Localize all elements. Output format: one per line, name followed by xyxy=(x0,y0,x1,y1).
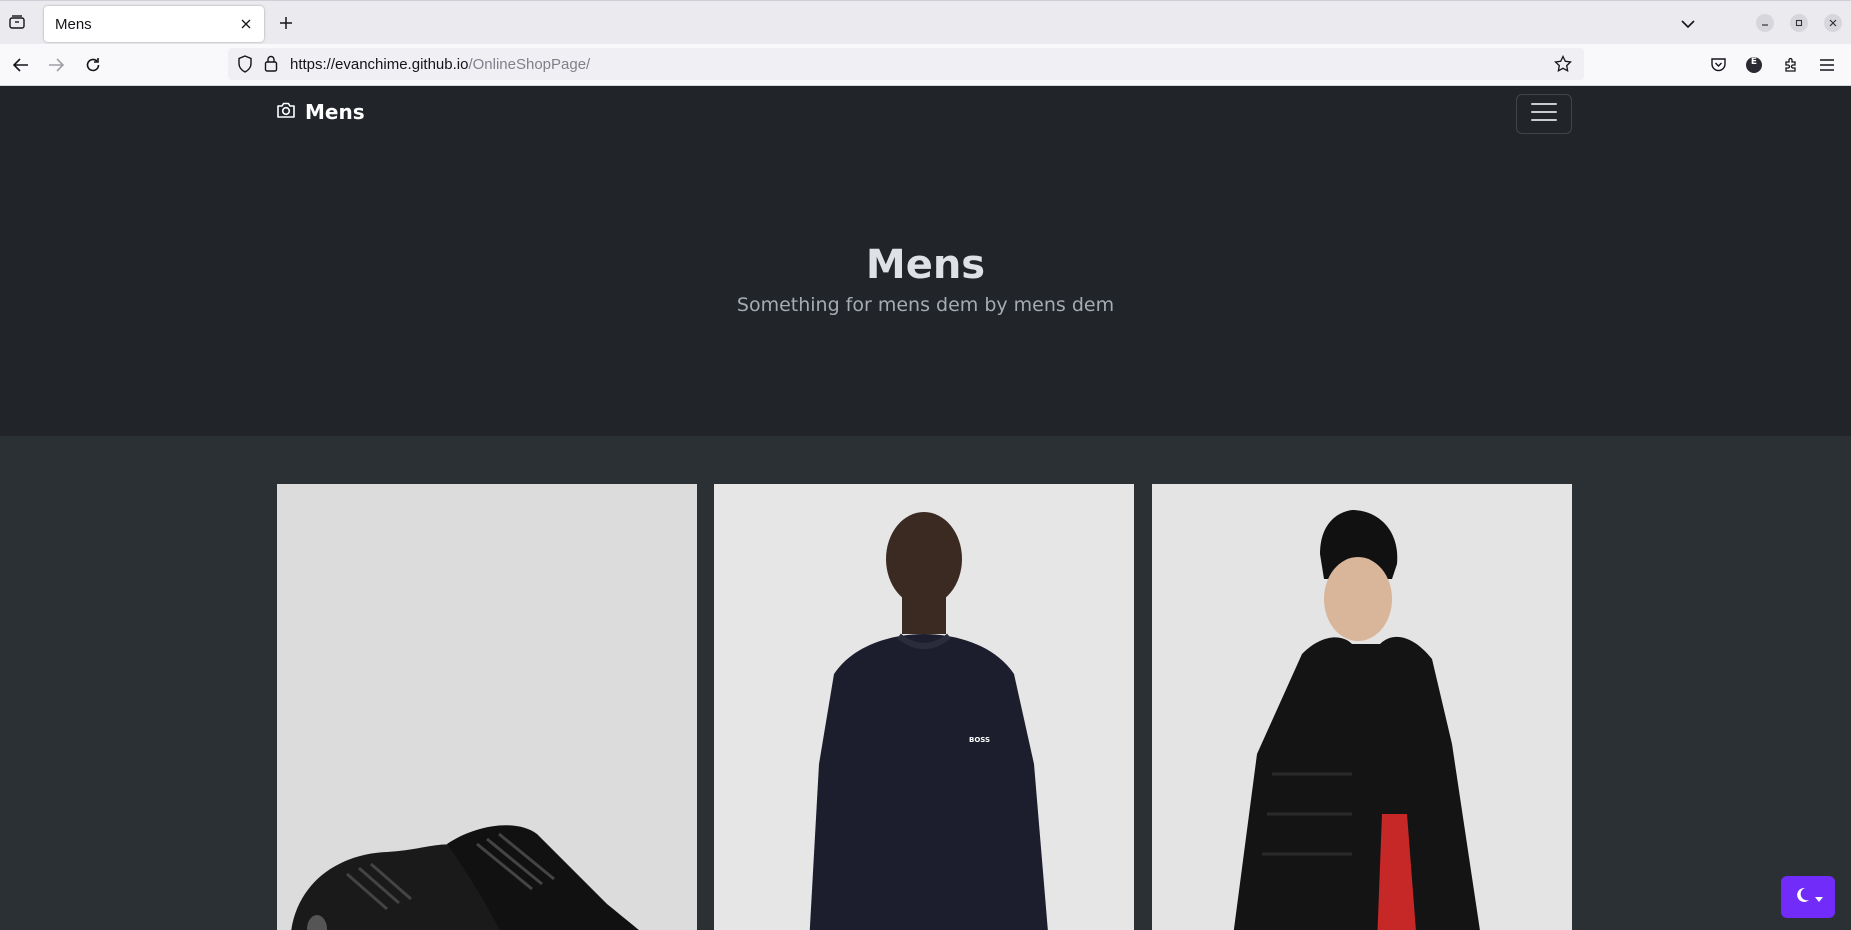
forward-icon[interactable] xyxy=(45,54,67,76)
extensions-icon[interactable] xyxy=(1780,54,1802,76)
restore-icon[interactable] xyxy=(1790,14,1808,32)
reload-icon[interactable] xyxy=(82,54,104,76)
hero-section: Mens Something for mens dem by mens dem xyxy=(0,142,1851,436)
bookmark-star-icon[interactable] xyxy=(1554,54,1572,77)
url-bar[interactable]: https://evanchime.github.io/OnlineShopPa… xyxy=(228,48,1584,80)
moon-icon xyxy=(1793,886,1811,908)
close-icon[interactable] xyxy=(237,15,255,33)
theme-toggle-button[interactable] xyxy=(1781,876,1835,918)
navbar-toggler-button[interactable] xyxy=(1516,94,1572,134)
url-text[interactable]: https://evanchime.github.io/OnlineShopPa… xyxy=(290,56,590,73)
new-tab-icon[interactable] xyxy=(275,12,297,34)
window-close-icon[interactable] xyxy=(1824,14,1842,32)
sweater-logo: BOSS xyxy=(969,736,990,744)
page-content: Mens Mens Something for mens dem by mens… xyxy=(0,86,1851,930)
account-avatar[interactable]: E xyxy=(1743,54,1765,76)
product-card-sweater[interactable]: BOSS xyxy=(714,484,1134,930)
site-navbar: Mens xyxy=(0,86,1851,142)
lock-icon[interactable] xyxy=(264,55,278,76)
minimize-icon[interactable] xyxy=(1756,14,1774,32)
brand-name: Mens xyxy=(305,100,365,124)
tab-list-icon[interactable] xyxy=(6,11,28,33)
shield-icon[interactable] xyxy=(237,55,253,77)
browser-tab[interactable]: Mens xyxy=(44,6,264,42)
browser-tab-bar: Mens xyxy=(0,0,1851,44)
tab-title: Mens xyxy=(55,16,92,33)
hero-title: Mens xyxy=(865,242,986,288)
product-card-sneakers[interactable] xyxy=(277,484,697,930)
camera-icon xyxy=(276,101,296,123)
chevron-down-icon[interactable] xyxy=(1677,13,1699,35)
menu-icon[interactable] xyxy=(1816,54,1838,76)
sweater-image: BOSS xyxy=(714,484,1134,930)
brand-link[interactable]: Mens xyxy=(276,100,365,124)
browser-nav-bar: https://evanchime.github.io/OnlineShopPa… xyxy=(0,44,1851,86)
url-path: /OnlineShopPage/ xyxy=(468,56,591,73)
url-host: https://evanchime.github.io xyxy=(290,56,469,73)
account-initial: E xyxy=(1750,57,1758,67)
back-icon[interactable] xyxy=(10,54,32,76)
product-card-puffer-jacket[interactable] xyxy=(1152,484,1572,930)
hero-subtitle: Something for mens dem by mens dem xyxy=(736,294,1115,316)
product-album: BOSS xyxy=(0,436,1851,930)
sneakers-image xyxy=(277,484,697,930)
jacket-image xyxy=(1152,484,1572,930)
caret-down-icon xyxy=(1815,888,1823,907)
pocket-icon[interactable] xyxy=(1707,54,1729,76)
hamburger-icon xyxy=(1530,101,1558,127)
